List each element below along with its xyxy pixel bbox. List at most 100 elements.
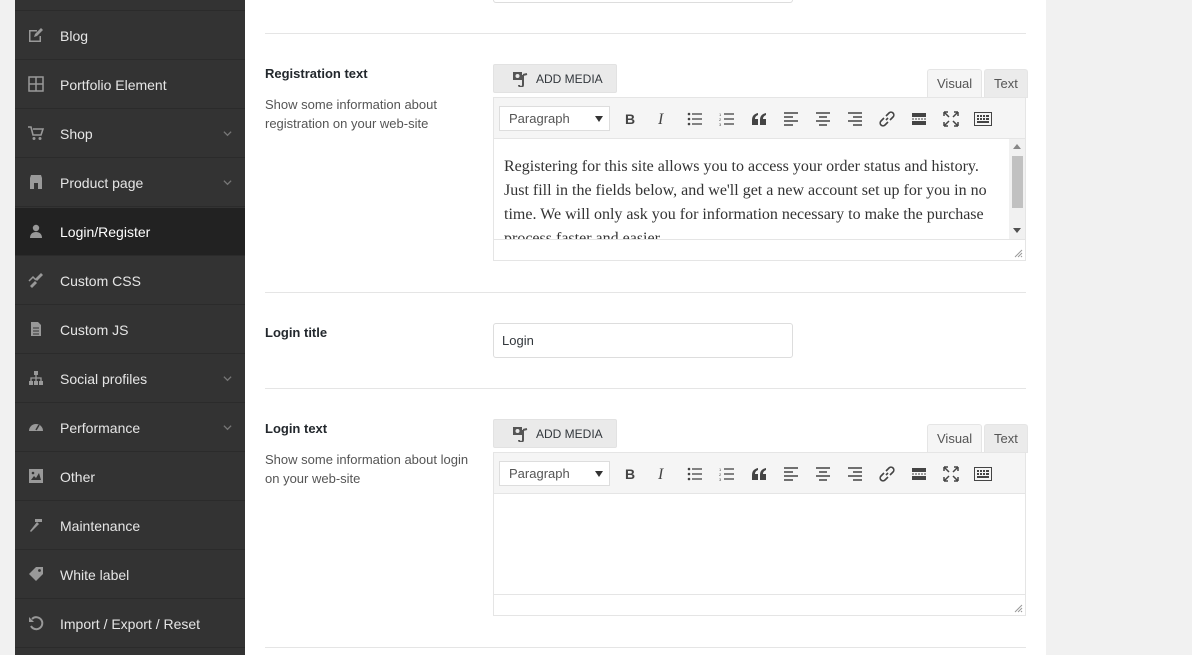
align-left-icon (784, 112, 798, 126)
sidebar-item-label: Custom JS (60, 322, 129, 338)
blockquote-button[interactable] (747, 462, 771, 486)
link-icon (879, 466, 895, 482)
align-right-button[interactable] (843, 462, 867, 486)
divider (265, 647, 1026, 648)
sidebar-item-white-label[interactable]: White label (15, 551, 245, 599)
scroll-thumb[interactable] (1012, 156, 1023, 208)
editor-content[interactable] (494, 494, 1025, 594)
options-panel: Registration text Show some information … (245, 0, 1046, 655)
align-center-button[interactable] (811, 107, 835, 131)
sidebar-item-shop[interactable]: Shop (15, 110, 245, 158)
sidebar-item-custom-js[interactable]: Custom JS (15, 306, 245, 354)
resize-handle-icon[interactable] (1014, 604, 1023, 613)
numbered-list-button[interactable]: 123 (715, 107, 739, 131)
tag-icon (28, 566, 44, 582)
left-gutter (0, 0, 15, 655)
link-icon (879, 111, 895, 127)
store-icon (28, 174, 44, 190)
tab-visual[interactable]: Visual (927, 424, 983, 453)
add-media-button[interactable]: ADD MEDIA (493, 419, 617, 448)
tab-visual[interactable]: Visual (927, 69, 983, 98)
chevron-down-icon (223, 425, 232, 431)
theme-options-sidebar: Blog Portfolio Element Shop Product page… (15, 0, 245, 655)
format-select[interactable]: Paragraph (499, 461, 610, 486)
format-select[interactable]: Paragraph (499, 106, 610, 131)
editor-content[interactable]: Registering for this site allows you to … (494, 139, 1025, 239)
tab-text[interactable]: Text (984, 69, 1028, 98)
sidebar-item-social-profiles[interactable]: Social profiles (15, 355, 245, 403)
editor-scrollbar[interactable] (1009, 139, 1025, 239)
numbered-list-icon: 123 (719, 467, 734, 481)
sidebar-item-blog[interactable]: Blog (15, 12, 245, 60)
resize-handle-icon[interactable] (1014, 249, 1023, 258)
format-select-value: Paragraph (509, 466, 570, 481)
align-center-button[interactable] (811, 462, 835, 486)
fullscreen-button[interactable] (939, 107, 963, 131)
bulleted-list-icon (687, 112, 702, 126)
sidebar-item-product-page[interactable]: Product page (15, 159, 245, 207)
italic-button[interactable]: I (650, 462, 674, 486)
svg-text:I: I (657, 112, 664, 126)
add-media-icon (513, 426, 528, 442)
sidebar-item-portfolio-element[interactable]: Portfolio Element (15, 61, 245, 109)
align-center-icon (816, 112, 830, 126)
align-left-button[interactable] (779, 462, 803, 486)
keyboard-icon (974, 467, 992, 481)
numbered-list-button[interactable]: 123 (715, 462, 739, 486)
registration-text-content: Registering for this site allows you to … (504, 158, 987, 239)
italic-button[interactable]: I (650, 107, 674, 131)
previous-field-input[interactable] (493, 0, 793, 3)
dropdown-arrow-icon (595, 116, 603, 122)
svg-text:3: 3 (719, 122, 722, 126)
sidebar-item-label: Blog (60, 28, 89, 44)
align-left-icon (784, 467, 798, 481)
sidebar-item-performance[interactable]: Performance (15, 404, 245, 452)
registration-text-description: Show some information about registration… (265, 97, 437, 131)
login-text-title: Login text (265, 421, 328, 436)
login-title-input[interactable]: Login (493, 323, 793, 358)
fullscreen-icon (943, 466, 959, 482)
sidebar-item-import-export-reset[interactable]: Import / Export / Reset (15, 600, 245, 648)
registration-text-title: Registration text (265, 66, 368, 81)
align-right-icon (848, 112, 862, 126)
bold-icon: B (625, 112, 635, 126)
read-more-button[interactable] (907, 462, 931, 486)
scroll-up-arrow-icon[interactable] (1013, 144, 1021, 149)
insert-link-button[interactable] (875, 462, 899, 486)
insert-link-button[interactable] (875, 107, 899, 131)
blockquote-button[interactable] (747, 107, 771, 131)
italic-icon: I (657, 467, 664, 481)
toolbar-toggle-button[interactable] (971, 462, 995, 486)
numbered-list-icon: 123 (719, 112, 734, 126)
login-text-editor: ADD MEDIA Visual Text Paragraph B I 123 (493, 419, 1028, 617)
sidebar-item-maintenance[interactable]: Maintenance (15, 502, 245, 550)
sidebar-item-label: Other (60, 469, 96, 485)
bulleted-list-button[interactable] (683, 462, 707, 486)
bulleted-list-button[interactable] (683, 107, 707, 131)
sidebar-item-login-register[interactable]: Login/Register (15, 208, 245, 256)
align-left-button[interactable] (779, 107, 803, 131)
sidebar-item-previous[interactable] (15, 0, 245, 11)
sidebar-item-custom-css[interactable]: Custom CSS (15, 257, 245, 305)
italic-icon: I (657, 112, 664, 126)
network-icon (28, 370, 44, 386)
grid-icon (28, 76, 44, 92)
align-center-icon (816, 467, 830, 481)
scroll-down-arrow-icon[interactable] (1013, 228, 1021, 233)
align-right-button[interactable] (843, 107, 867, 131)
svg-text:I: I (657, 467, 664, 481)
editor-box: Paragraph B I 123 (493, 452, 1026, 616)
add-media-button[interactable]: ADD MEDIA (493, 64, 617, 93)
bold-button[interactable]: B (618, 107, 642, 131)
registration-text-editor: ADD MEDIA Visual Text Paragraph B I 123 (493, 64, 1028, 262)
bold-button[interactable]: B (618, 462, 642, 486)
tab-text[interactable]: Text (984, 424, 1028, 453)
sidebar-item-other[interactable]: Other (15, 453, 245, 501)
sidebar-item-label: Login/Register (60, 224, 151, 240)
toolbar-toggle-button[interactable] (971, 107, 995, 131)
read-more-button[interactable] (907, 107, 931, 131)
sidebar-item-label: Shop (60, 126, 93, 142)
edit-icon (28, 27, 44, 43)
fullscreen-button[interactable] (939, 462, 963, 486)
undo-icon (28, 615, 44, 631)
